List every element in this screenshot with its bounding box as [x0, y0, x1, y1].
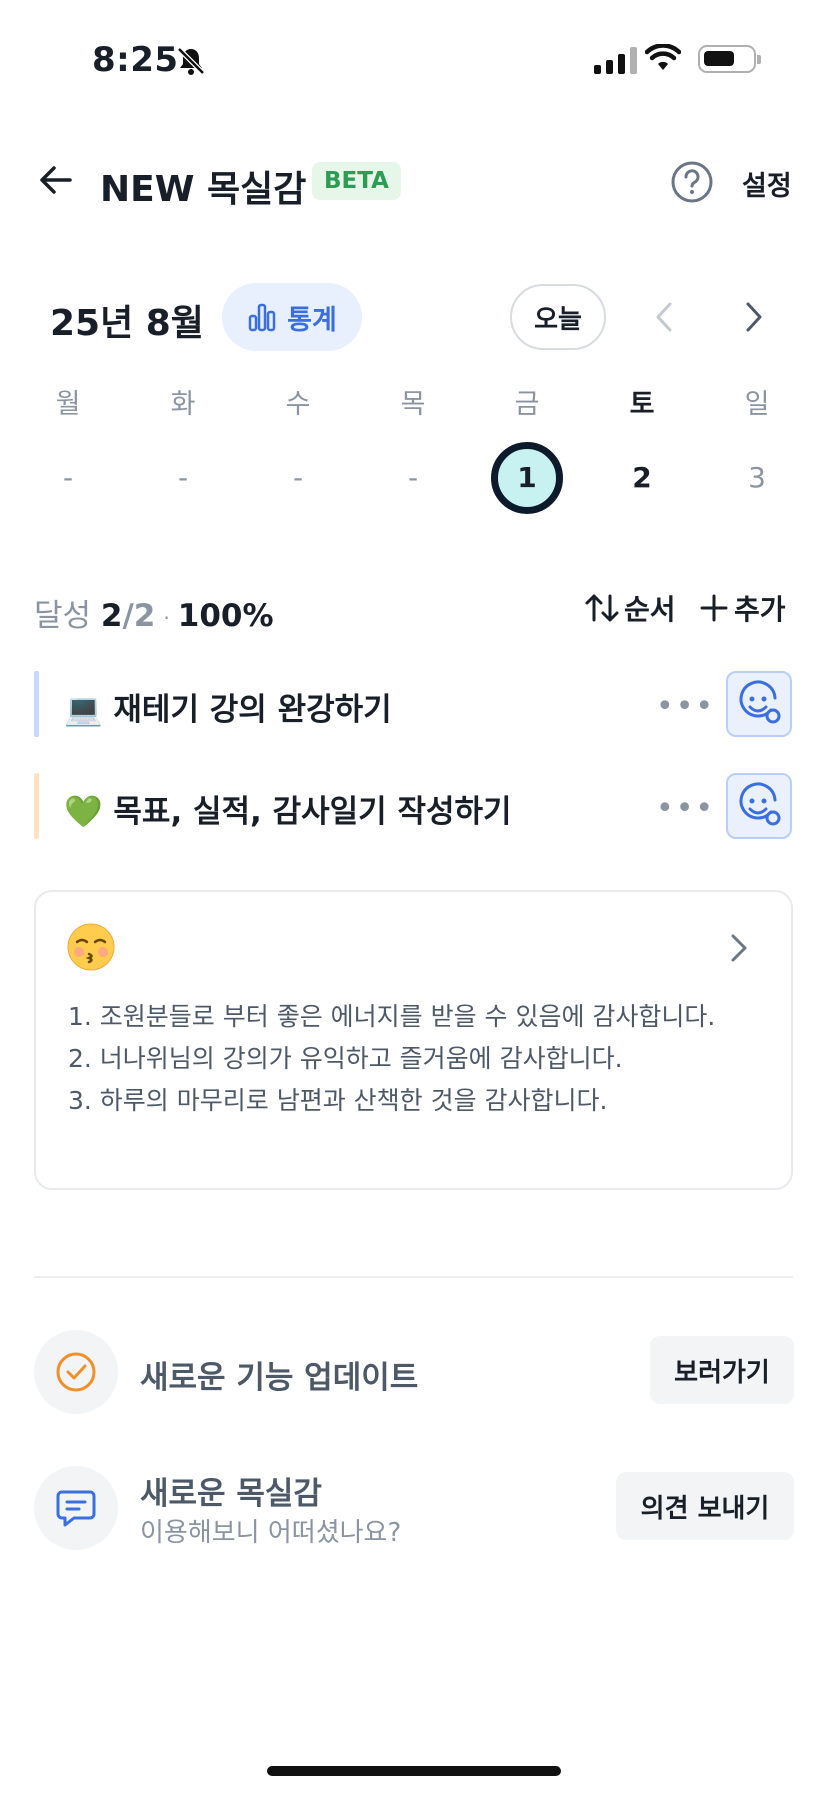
- date-cell-selected[interactable]: 1: [487, 440, 567, 516]
- mood-button[interactable]: [726, 671, 792, 737]
- task-title: 💚 목표, 실적, 감사일기 작성하기: [64, 794, 512, 830]
- mood-button[interactable]: [726, 773, 792, 839]
- status-bar: 8:25: [0, 0, 827, 120]
- header: NEW 목실감 BETA 설정: [0, 148, 827, 218]
- back-arrow-icon[interactable]: [38, 162, 74, 198]
- stats-button[interactable]: 통계: [222, 283, 362, 351]
- date-cell: -: [407, 461, 419, 494]
- feedback-subtitle: 이용해보니 어떠셨나요?: [140, 1518, 402, 1548]
- month-row: 25년 8월 통계 오늘: [0, 282, 827, 352]
- gratitude-journal-card[interactable]: 1. 조원분들로 부터 좋은 에너지를 받을 수 있음에 감사합니다. 2. 너…: [34, 890, 793, 1190]
- battery-icon: [698, 45, 761, 73]
- chevron-right-icon[interactable]: [728, 932, 750, 964]
- chat-icon: [34, 1466, 118, 1550]
- help-icon[interactable]: [670, 160, 714, 204]
- summary-row: 달성 2/2 · 100% 순서 추가: [0, 584, 827, 634]
- feature-update-row: 새로운 기능 업데이트 보러가기: [34, 1330, 794, 1416]
- feedback-row: 새로운 목실감 이용해보니 어떠셨나요? 의견 보내기: [34, 1466, 794, 1552]
- task-title: 💻 재테기 강의 완강하기: [64, 692, 392, 728]
- wifi-icon: [645, 44, 681, 70]
- weekday-sun: 일: [744, 389, 770, 420]
- task-color-bar: [34, 773, 39, 839]
- month-label: 25년 8월: [50, 303, 204, 344]
- date-cell[interactable]: 3: [717, 440, 797, 516]
- stats-label: 통계: [287, 304, 337, 336]
- date-cell[interactable]: 2: [602, 440, 682, 516]
- today-button[interactable]: 오늘: [510, 284, 606, 350]
- status-time: 8:25: [92, 40, 179, 80]
- more-icon[interactable]: •••: [656, 791, 715, 826]
- weekday-tue: 화: [170, 389, 196, 420]
- feedback-title: 새로운 목실감: [140, 1476, 322, 1512]
- smile-add-icon: [739, 680, 781, 724]
- feature-update-title: 새로운 기능 업데이트: [140, 1360, 419, 1396]
- achievement-summary: 달성 2/2 · 100%: [34, 598, 274, 634]
- weekday-fri: 금: [514, 389, 540, 420]
- order-button[interactable]: 순서: [584, 588, 676, 628]
- beta-badge: BETA: [312, 162, 401, 200]
- task-color-bar: [34, 671, 39, 737]
- weekday-mon: 월: [55, 389, 81, 420]
- date-cell: -: [177, 461, 189, 494]
- kissing-face-icon: [67, 923, 115, 971]
- smile-add-icon: [739, 782, 781, 826]
- send-feedback-button[interactable]: 의견 보내기: [616, 1472, 794, 1540]
- weekday-wed: 수: [285, 389, 311, 420]
- view-button[interactable]: 보러가기: [650, 1336, 794, 1404]
- add-button[interactable]: 추가: [700, 588, 786, 628]
- chevron-right-icon[interactable]: [740, 300, 766, 334]
- check-circle-icon: [34, 1330, 118, 1414]
- date-cell: -: [292, 461, 304, 494]
- task-item[interactable]: 💻 재테기 강의 완강하기 •••: [34, 671, 794, 737]
- journal-entry-text: 1. 조원분들로 부터 좋은 에너지를 받을 수 있음에 감사합니다. 2. 너…: [68, 1002, 716, 1115]
- plus-icon: [700, 594, 728, 622]
- date-cell: -: [62, 461, 74, 494]
- task-item[interactable]: 💚 목표, 실적, 감사일기 작성하기 •••: [34, 773, 794, 839]
- bar-chart-icon: [248, 303, 276, 332]
- home-indicator[interactable]: [267, 1766, 561, 1776]
- section-divider: [34, 1276, 793, 1278]
- weekday-sat: 토: [629, 389, 655, 420]
- settings-link[interactable]: 설정: [742, 164, 792, 203]
- weekday-thu: 목: [400, 389, 426, 420]
- sort-icon: [585, 594, 619, 622]
- signal-icon: [594, 46, 637, 74]
- more-icon[interactable]: •••: [656, 689, 715, 724]
- chevron-left-icon[interactable]: [652, 300, 678, 334]
- page-title: NEW 목실감: [100, 169, 307, 210]
- bell-off-icon: [177, 47, 205, 75]
